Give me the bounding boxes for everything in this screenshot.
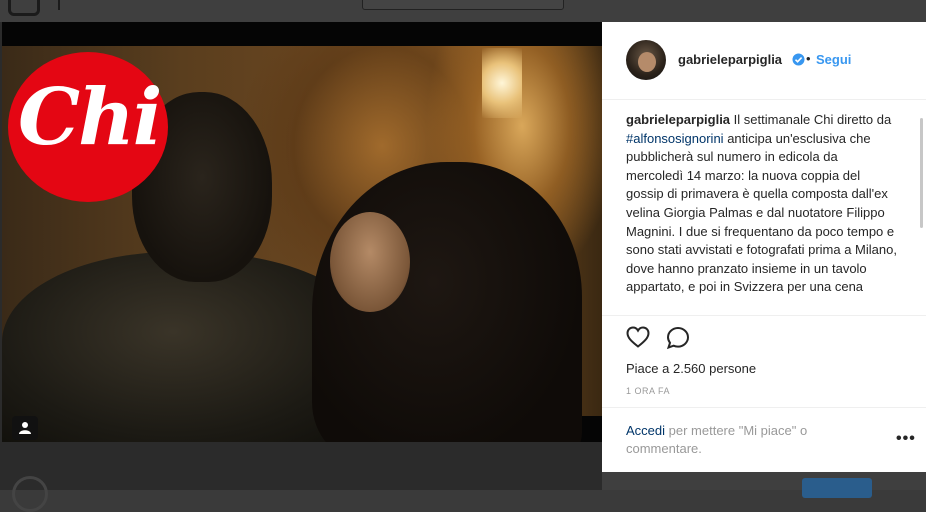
instagram-camera-icon xyxy=(8,0,40,16)
background-footer-dimmed xyxy=(0,442,602,512)
photo-light xyxy=(482,48,522,118)
login-link[interactable]: Accedi xyxy=(626,423,665,438)
chi-logo-text: Chi xyxy=(18,72,162,163)
background-footer-right xyxy=(602,472,926,498)
caption-scrollbar[interactable] xyxy=(920,118,923,228)
caption-hashtag[interactable]: #alfonsosignorini xyxy=(626,131,724,146)
login-prompt: Accedi per mettere "Mi piace" o commenta… xyxy=(602,407,926,473)
comment-icon[interactable] xyxy=(666,326,690,350)
caption-text-start: Il settimanale Chi diretto da xyxy=(730,112,892,127)
follow-button[interactable]: Segui xyxy=(816,52,851,67)
caption-username[interactable]: gabrieleparpiglia xyxy=(626,112,730,127)
post-timestamp: 1 ORA FA xyxy=(626,386,671,396)
photo-figure-woman-face xyxy=(330,212,410,312)
post-header: gabrieleparpiglia • Segui xyxy=(602,22,926,100)
login-prompt-text: Accedi per mettere "Mi piace" o commenta… xyxy=(626,422,846,458)
likes-count[interactable]: Piace a 2.560 persone xyxy=(626,361,756,376)
instagram-camera-icon-footer xyxy=(12,476,48,512)
user-tag-icon xyxy=(19,422,31,434)
post-caption: gabrieleparpiglia Il settimanale Chi dir… xyxy=(626,111,898,316)
heart-icon[interactable] xyxy=(626,326,650,348)
avatar[interactable] xyxy=(626,40,666,80)
post-side-panel: gabrieleparpiglia • Segui gabrieleparpig… xyxy=(602,22,926,472)
more-options-icon[interactable]: ••• xyxy=(896,430,916,448)
caption-text-end: anticipa un'esclusiva che pubblicherà su… xyxy=(626,130,897,295)
top-navigation-dimmed xyxy=(0,0,926,22)
separator-dot: • xyxy=(806,51,811,66)
post-username[interactable]: gabrieleparpiglia xyxy=(678,52,782,67)
user-tag-button[interactable] xyxy=(12,416,38,440)
post-actions xyxy=(602,315,926,350)
search-box-dimmed xyxy=(362,0,564,10)
verified-badge-icon xyxy=(792,53,805,66)
chi-magazine-logo: Chi xyxy=(8,52,168,202)
header-divider xyxy=(58,0,60,10)
post-photo[interactable]: Chi xyxy=(2,22,602,442)
background-button-dimmed xyxy=(802,478,872,498)
